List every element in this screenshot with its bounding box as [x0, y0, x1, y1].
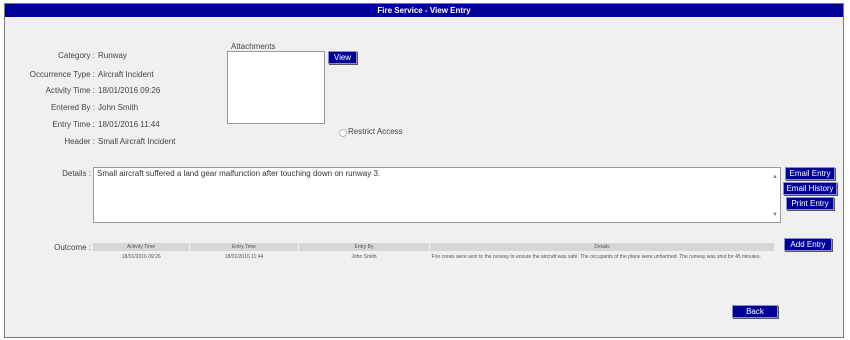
attachments-title: Attachments [231, 42, 276, 51]
view-attachment-button[interactable]: View [328, 51, 357, 64]
details-textarea[interactable]: Small aircraft suffered a land gear malf… [93, 167, 781, 223]
scroll-down-icon[interactable]: ▼ [772, 212, 778, 218]
occurrence-type-label: Occurrence Type : [29, 70, 95, 79]
column-header-details: Details [429, 243, 775, 251]
table-row[interactable]: 18/01/2016 09:26 18/01/2016 11:44 John S… [93, 251, 775, 262]
details-cell: Fire crews were sent to the runway to en… [431, 254, 761, 260]
entered-by-value: John Smith [98, 103, 139, 112]
email-entry-button[interactable]: Email Entry [785, 167, 835, 180]
entered-by-label: Entered By : [50, 103, 95, 112]
column-header-entry-by: Entry By [298, 243, 430, 251]
scroll-up-icon[interactable]: ▲ [772, 174, 778, 180]
occurrence-type-value: Aircraft Incident [98, 70, 154, 79]
category-value: Runway [98, 51, 127, 60]
header-value: Small Aircraft Incident [98, 137, 176, 146]
restrict-access-radio[interactable] [339, 129, 347, 137]
column-header-entry-time: Entry Time [189, 243, 299, 251]
activity-time-value: 18/01/2016 09:26 [98, 86, 161, 95]
details-label: Details : [62, 169, 91, 178]
column-header-activity-time: Activity Time [93, 243, 190, 251]
email-history-button[interactable]: Email History [783, 182, 837, 195]
add-entry-button[interactable]: Add Entry [784, 238, 832, 251]
header-label: Header : [64, 137, 95, 146]
entry-time-cell: 18/01/2016 11:44 [224, 254, 264, 260]
outcome-table: Activity Time Entry Time Entry By Detail… [93, 243, 775, 262]
details-text: Small aircraft suffered a land gear malf… [97, 169, 381, 178]
entry-by-cell: John Smith [351, 254, 377, 260]
outcome-header-row: Activity Time Entry Time Entry By Detail… [93, 243, 775, 251]
entry-time-label: Entry Time : [52, 120, 95, 129]
activity-time-cell: 18/01/2016 09:26 [121, 254, 161, 260]
category-label: Category : [58, 51, 95, 60]
activity-time-label: Activity Time : [45, 86, 95, 95]
print-entry-button[interactable]: Print Entry [786, 197, 834, 210]
restrict-access-label: Restrict Access [348, 127, 403, 136]
attachments-list[interactable] [227, 51, 325, 124]
outcome-label: Outcome : [54, 243, 91, 252]
view-entry-window: Fire Service - View Entry Category : Run… [4, 3, 844, 338]
back-button[interactable]: Back [732, 305, 778, 318]
entry-time-value: 18/01/2016 11:44 [98, 120, 160, 129]
window-title: Fire Service - View Entry [5, 4, 843, 17]
